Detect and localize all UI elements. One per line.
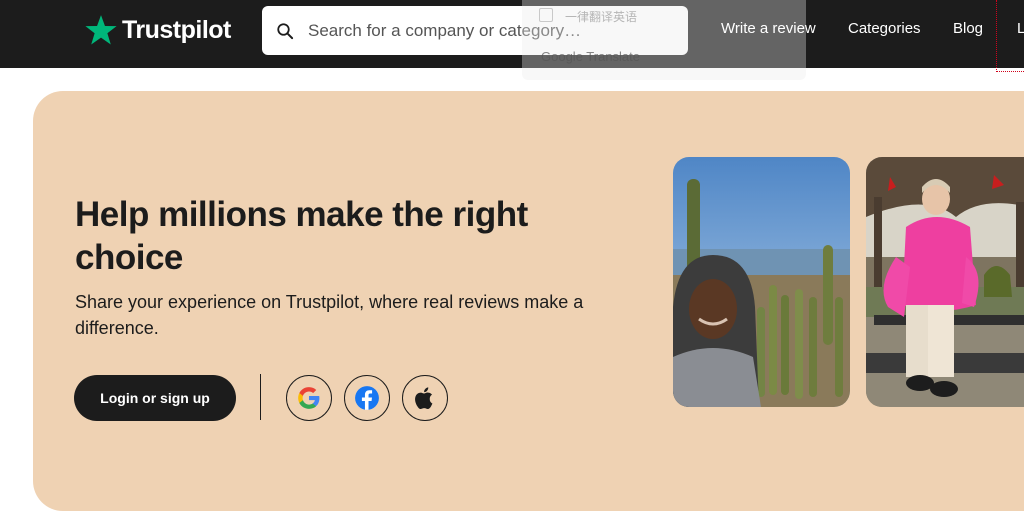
search-icon: [277, 22, 294, 39]
hero-photo-man-cactus: [673, 157, 850, 407]
translate-checkbox[interactable]: [539, 8, 553, 22]
hero-photo-woman-pink-coat: [866, 157, 1024, 407]
nav-write-review[interactable]: Write a review: [721, 20, 816, 37]
trustpilot-logo[interactable]: Trustpilot: [84, 12, 231, 48]
apple-login-button[interactable]: [402, 375, 448, 421]
vertical-separator: [260, 374, 261, 420]
logo-text: Trustpilot: [122, 15, 231, 44]
nav-blog[interactable]: Blog: [953, 20, 983, 37]
hero-subtitle: Share your experience on Trustpilot, whe…: [75, 292, 584, 338]
google-icon: [298, 387, 320, 409]
headline-line-2: choice: [75, 238, 183, 277]
translate-source-label: Google Translate: [541, 49, 641, 64]
login-signup-button[interactable]: Login or sign up: [74, 375, 236, 421]
facebook-login-button[interactable]: [344, 375, 390, 421]
hero-headline: Help millions make the right choice: [75, 193, 595, 279]
star-icon: [85, 15, 117, 45]
headline-line-1: Help millions make the right: [75, 195, 528, 234]
translate-option-label: 一律翻译英语: [565, 10, 638, 24]
nav-categories[interactable]: Categories: [848, 20, 921, 37]
google-login-button[interactable]: [286, 375, 332, 421]
focus-outline: [996, 71, 1024, 72]
nav-divider: [996, 0, 997, 72]
facebook-icon: [355, 386, 379, 410]
nav-login-partial[interactable]: L: [1017, 20, 1024, 37]
apple-icon: [415, 387, 433, 410]
